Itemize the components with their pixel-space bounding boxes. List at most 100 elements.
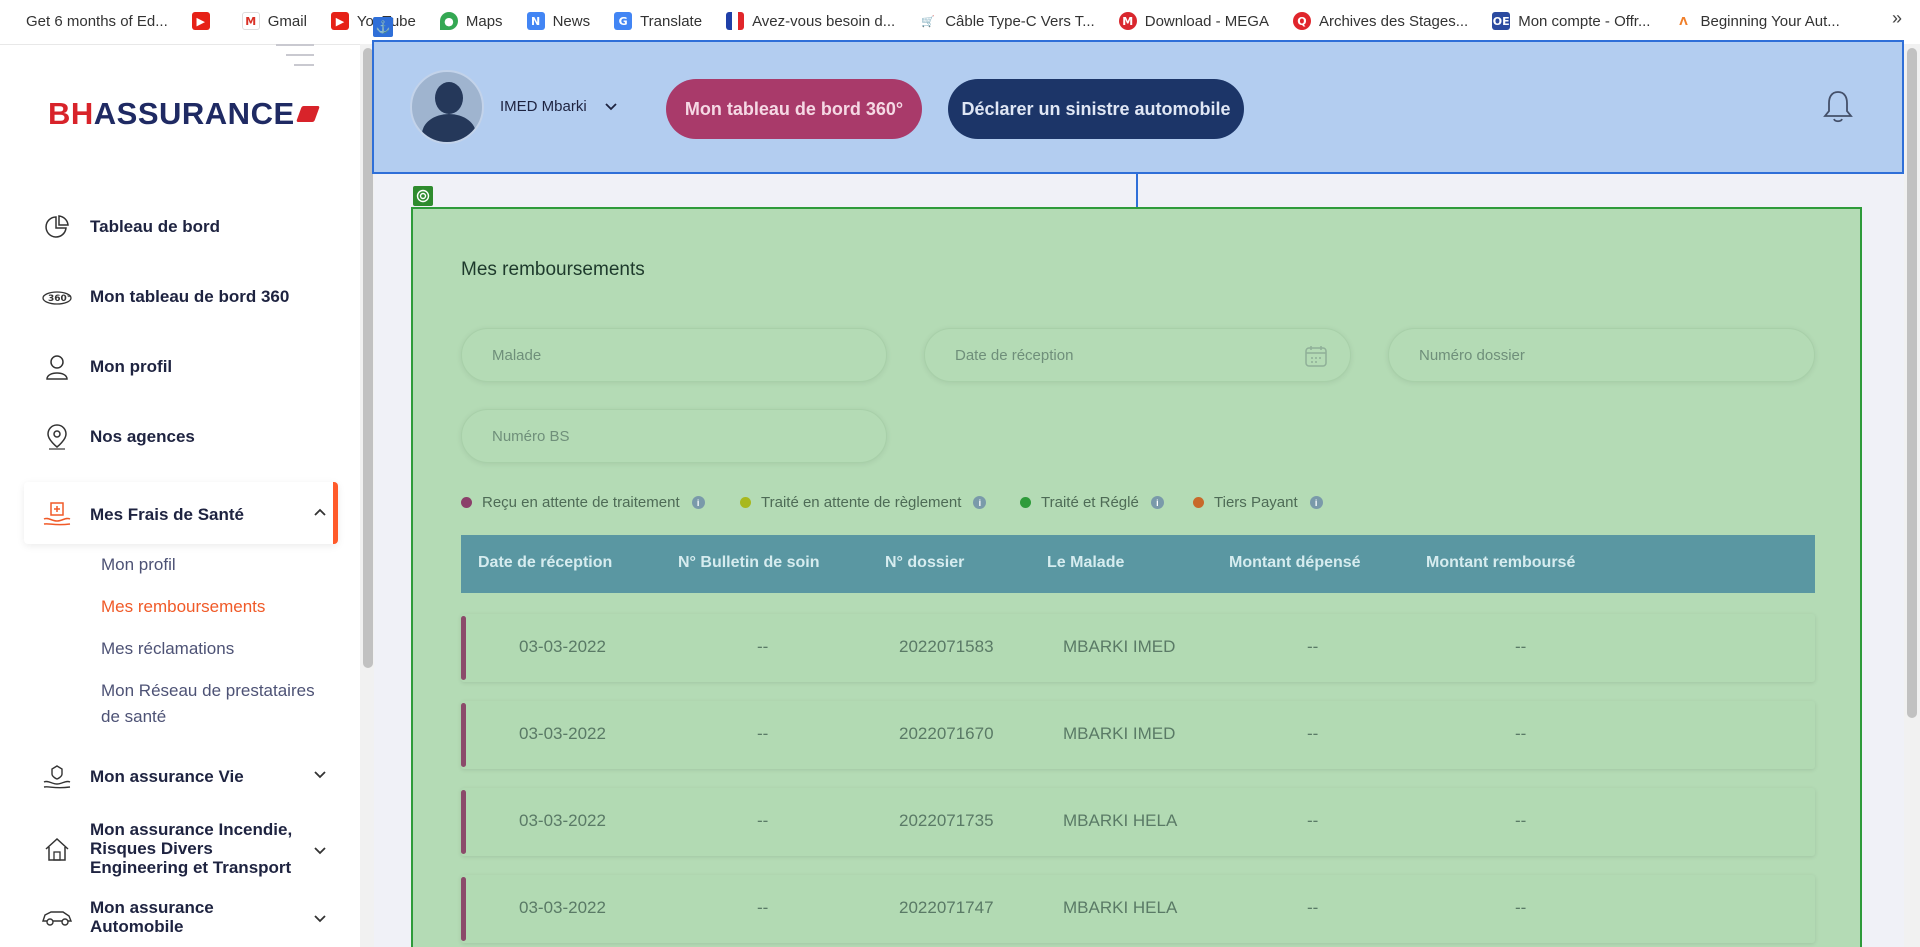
info-icon[interactable]: i	[1150, 496, 1164, 509]
chevron-down-icon[interactable]	[312, 766, 328, 782]
life-hands-icon	[40, 762, 74, 792]
bookmark-label: Archives des Stages...	[1318, 12, 1469, 30]
location-pin-icon	[40, 422, 74, 452]
column-header[interactable]: Montant remboursé	[1426, 554, 1575, 572]
main-scrollbar[interactable]	[1904, 44, 1920, 947]
status-bar	[461, 616, 466, 680]
status-bar	[461, 877, 466, 941]
bookmark-news[interactable]: N News	[515, 7, 603, 35]
bookmark-youtube-short[interactable]: ▶	[180, 7, 230, 35]
bookmark-label: Get 6 months of Ed...	[26, 12, 168, 30]
column-header[interactable]: N° Bulletin de soin	[678, 554, 820, 572]
oe-icon: OE	[1492, 12, 1511, 30]
sidebar-subitem-mon-profil[interactable]: Mon profil	[101, 552, 176, 578]
flag-icon	[726, 12, 745, 30]
numero-bs-input[interactable]: Numéro BS	[461, 409, 887, 463]
column-header[interactable]: Montant dépensé	[1229, 554, 1361, 572]
tableau-de-bord-360-button[interactable]: Mon tableau de bord 360°	[666, 79, 922, 139]
bookmark-mega[interactable]: M Download - MEGA	[1107, 7, 1281, 35]
info-icon[interactable]: i	[1309, 496, 1323, 509]
bookmark-maps[interactable]: ● Maps	[428, 7, 515, 35]
bookmark-mon-compte[interactable]: OE Mon compte - Offr...	[1480, 7, 1662, 35]
news-icon: N	[526, 12, 545, 30]
cell-malade: MBARKI HELA	[1063, 898, 1178, 917]
content-panel: Mes remboursements Malade Date de récept…	[411, 207, 1862, 947]
bookmark-label: News	[552, 12, 591, 30]
main-scrollbar-thumb[interactable]	[1907, 48, 1917, 718]
numero-dossier-input[interactable]: Numéro dossier	[1388, 328, 1815, 382]
legend-dot	[740, 497, 751, 508]
cell-malade: MBARKI IMED	[1063, 637, 1176, 656]
search-icon: Q	[1292, 12, 1311, 30]
brand-logo[interactable]: BH ASSURANCE	[48, 96, 320, 132]
sidebar-item-label: Mon tableau de bord 360	[90, 287, 290, 306]
bell-icon[interactable]	[1822, 88, 1854, 124]
pie-chart-icon	[40, 212, 74, 242]
bookmark-archives[interactable]: Q Archives des Stages...	[1281, 7, 1480, 35]
column-header[interactable]: Le Malade	[1047, 554, 1124, 572]
bookmark-gmail[interactable]: M Gmail	[230, 7, 319, 35]
legend-dot	[461, 497, 472, 508]
sidebar-item-assurance-vie[interactable]: Mon assurance Vie	[40, 762, 328, 792]
sidebar-subitem-mes-remboursements[interactable]: Mes remboursements	[101, 594, 265, 620]
legend-dot	[1020, 497, 1031, 508]
legend-traite-regle: Traité et Réglé i	[1020, 494, 1164, 511]
info-icon[interactable]: i	[973, 496, 987, 509]
mega-icon: M	[1118, 12, 1137, 30]
sidebar-item-frais-sante[interactable]: Mes Frais de Santé	[40, 500, 328, 530]
user-name[interactable]: IMED Mbarki	[500, 98, 587, 115]
menu-toggle-icon[interactable]	[276, 44, 314, 74]
date-reception-placeholder: Date de réception	[955, 346, 1074, 364]
bookmark-label: Avez-vous besoin d...	[752, 12, 896, 30]
house-icon	[40, 834, 74, 864]
avatar[interactable]	[410, 70, 484, 144]
sidebar-item-mon-profil[interactable]: Mon profil	[40, 352, 172, 382]
cell-dossier: 2022071735	[899, 811, 994, 830]
cell-malade: MBARKI IMED	[1063, 724, 1176, 743]
bookmark-beginning[interactable]: Λ Beginning Your Aut...	[1662, 7, 1851, 35]
info-icon[interactable]: i	[691, 496, 705, 509]
sidebar-item-nos-agences[interactable]: Nos agences	[40, 422, 195, 452]
sidebar-subitem-mes-reclamations[interactable]: Mes réclamations	[101, 636, 234, 662]
youtube-icon: ▶	[330, 12, 349, 30]
logo-shield-icon	[295, 106, 320, 122]
bookmark-edge[interactable]: Get 6 months of Ed...	[14, 7, 180, 35]
bookmark-label: Maps	[465, 12, 503, 30]
chevron-down-icon[interactable]	[312, 842, 328, 858]
chevron-down-icon[interactable]	[604, 100, 618, 114]
bookmarks-more-icon[interactable]: »	[1892, 8, 1902, 29]
table-row[interactable]: 03-03-2022 -- 2022071735 MBARKI HELA -- …	[461, 788, 1815, 856]
table-row[interactable]: 03-03-2022 -- 2022071747 MBARKI HELA -- …	[461, 875, 1815, 943]
bookmark-label: Beginning Your Aut...	[1700, 12, 1840, 30]
table-row[interactable]: 03-03-2022 -- 2022071583 MBARKI IMED -- …	[461, 614, 1815, 682]
cell-montant-depense: --	[1307, 637, 1319, 656]
translate-icon: G	[614, 12, 633, 30]
bookmark-avez-vous[interactable]: Avez-vous besoin d...	[714, 7, 907, 35]
legend-label: Tiers Payant	[1214, 494, 1298, 511]
chevron-up-icon[interactable]	[312, 504, 328, 520]
table-row[interactable]: 03-03-2022 -- 2022071670 MBARKI IMED -- …	[461, 701, 1815, 769]
sidebar-item-tableau-de-bord[interactable]: Tableau de bord	[40, 212, 220, 242]
logo-bh: BH	[48, 96, 94, 131]
sidebar-item-assurance-incendie[interactable]: Mon assurance Incendie, Risques Divers E…	[40, 820, 328, 877]
page-title: Mes remboursements	[461, 259, 645, 280]
bookmark-translate[interactable]: G Translate	[602, 7, 714, 35]
cell-montant-depense: --	[1307, 724, 1319, 743]
column-header[interactable]: N° dossier	[885, 554, 964, 572]
cell-bulletin: --	[757, 898, 769, 917]
chevron-down-icon[interactable]	[312, 910, 328, 926]
date-reception-input[interactable]: Date de réception	[924, 328, 1351, 382]
sidebar-item-label: Mon profil	[90, 357, 173, 376]
legend-traite-attente: Traité en attente de règlement i	[740, 494, 987, 511]
calendar-icon[interactable]	[1304, 344, 1328, 368]
anchor-icon: ⚓	[373, 17, 393, 37]
table-header: Date de réception N° Bulletin de soin N°…	[461, 535, 1815, 593]
malade-input[interactable]: Malade	[461, 328, 887, 382]
column-header[interactable]: Date de réception	[478, 554, 612, 572]
car-icon	[40, 902, 74, 932]
sidebar-item-assurance-automobile[interactable]: Mon assurance Automobile	[40, 898, 328, 936]
sidebar-subitem-reseau-prestataires[interactable]: Mon Réseau de prestataires de santé	[101, 678, 331, 730]
bookmark-cable[interactable]: 🛒 Câble Type-C Vers T...	[907, 7, 1107, 35]
declarer-sinistre-button[interactable]: Déclarer un sinistre automobile	[948, 79, 1244, 139]
sidebar-item-tableau-360[interactable]: 360° Mon tableau de bord 360	[40, 282, 289, 312]
